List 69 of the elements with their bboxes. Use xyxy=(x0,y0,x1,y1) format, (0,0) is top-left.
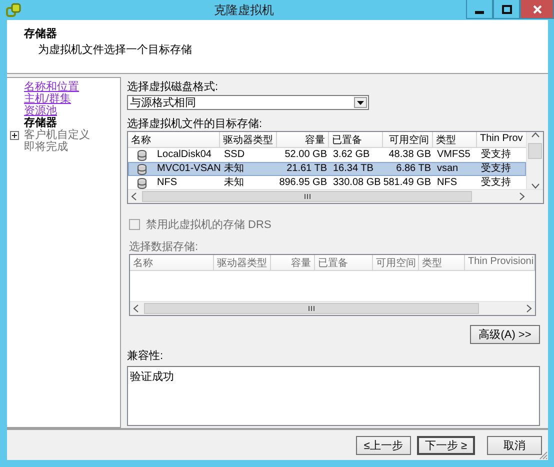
table-cell: MVC01-VSAN xyxy=(157,163,221,175)
minimize-icon xyxy=(475,10,484,14)
column-header[interactable]: 类型 xyxy=(433,132,477,148)
field-label: 选择虚拟机文件的目标存储: xyxy=(127,118,264,131)
datastore-icon xyxy=(137,178,147,188)
wizard-step: 客户机自定义 xyxy=(24,129,90,141)
disk-format-dropdown[interactable]: 与源格式相同 xyxy=(127,95,369,110)
column-header[interactable]: 容量 xyxy=(277,132,329,148)
close-icon xyxy=(532,4,542,14)
table-cell-text: 3.62 GB xyxy=(332,149,371,161)
grip-icon xyxy=(308,306,315,311)
datastore-icon xyxy=(137,150,147,160)
horizontal-scrollbar[interactable] xyxy=(128,189,543,203)
wizard-step: 存储器 xyxy=(24,117,120,129)
table-cell-text: 6.86 TB xyxy=(395,163,432,175)
maximize-button[interactable] xyxy=(493,0,520,19)
back-button[interactable]: ≤上一步 xyxy=(356,436,411,454)
checkbox-label: 禁用此虚拟机的存储 DRS xyxy=(146,218,272,232)
column-header[interactable]: 已置备 xyxy=(329,132,383,148)
grip-icon xyxy=(304,194,310,199)
table-cell-text: 未知 xyxy=(223,177,245,189)
table-cell-text: NFS xyxy=(436,177,458,189)
dropdown-arrow-icon xyxy=(357,100,364,104)
table-cell-text: 受支持 xyxy=(480,163,512,175)
advanced-button[interactable]: 高级(A) >> xyxy=(470,325,540,344)
table-cell-text: 581.49 GB xyxy=(384,177,432,189)
table-cell-text: SSD xyxy=(223,149,246,161)
wizard-step: 即将完成 xyxy=(24,141,120,153)
maximize-icon xyxy=(502,4,512,14)
datastore-row[interactable]: NFS 未知 896.95 GB 330.08 GB 581.49 GB NFS 受支持 xyxy=(128,176,526,189)
table-cell-text: 896.95 GB xyxy=(278,177,328,189)
table-cell-text: vsan xyxy=(436,163,460,175)
vertical-scrollbar[interactable] xyxy=(526,132,543,189)
next-button[interactable]: 下一步 ≥ xyxy=(416,436,475,454)
table-cell-text: 21.61 TB xyxy=(286,163,328,175)
field-label: 兼容性: xyxy=(127,350,164,363)
datastore-icon xyxy=(137,164,147,174)
datastore-row[interactable]: LocalDisk04 SSD 52.00 GB 3.62 GB 48.38 GB VMFS5 受支持 xyxy=(128,148,526,162)
wizard-step[interactable]: 主机/群集 xyxy=(24,93,120,105)
table-cell-text: 330.08 GB xyxy=(332,177,382,189)
table-cell-text: 48.38 GB xyxy=(388,149,432,161)
column-header[interactable]: 驱动器类型 xyxy=(220,132,277,148)
table-cell: NFS xyxy=(157,177,177,189)
expand-icon[interactable] xyxy=(10,130,19,140)
field-label: 选择数据存储: xyxy=(128,241,200,254)
cancel-button[interactable]: 取消 xyxy=(487,436,542,454)
window-title: 克隆虚拟机 xyxy=(213,2,275,18)
wizard-step[interactable]: 名称和位置 xyxy=(24,81,120,93)
datastore-row[interactable]: MVC01-VSAN 未知 21.61 TB 16.34 TB 6.86 TB vsan 受支持 xyxy=(128,162,526,176)
minimize-button[interactable] xyxy=(466,0,493,19)
close-button[interactable] xyxy=(520,0,554,19)
datastore-table[interactable]: 名称 驱动器类型 容量 已置备 可用空间 类型 Thin Prov LocalDisk04 SSD 52.00 GB 3.62 GB 48.38 GB VMFS5 受支持 MVC01-VSAN 未知 21.61 TB 16.34 TB 6.86 TB vsan 受支持 NFS 未知 896.95 GB 330.08 GB 581.49 GB NFS 受支持 xyxy=(127,131,544,204)
column-header[interactable]: Thin Prov xyxy=(477,132,526,148)
table-cell-text: VMFS5 xyxy=(436,149,472,161)
compatibility-box: 验证成功 xyxy=(127,366,540,426)
table-cell: LocalDisk04 xyxy=(157,149,212,161)
page-subtitle: 为虚拟机文件选择一个目标存储 xyxy=(37,42,193,57)
page-title: 存储器 xyxy=(24,26,58,41)
resize-grip-icon xyxy=(538,450,548,460)
table-cell-text: 16.34 TB xyxy=(332,163,374,175)
app-logo-icon xyxy=(6,3,22,17)
column-header[interactable]: 名称 xyxy=(128,132,220,148)
table-cell-text: 受支持 xyxy=(480,177,512,189)
column-header[interactable]: 可用空间 xyxy=(383,132,433,148)
table-cell-text: 受支持 xyxy=(480,149,512,161)
field-label: 选择虚拟磁盘格式: xyxy=(127,81,220,94)
table-cell-text: 52.00 GB xyxy=(284,149,328,161)
table-cell-text: 未知 xyxy=(223,163,245,175)
wizard-step[interactable]: 资源池 xyxy=(24,105,120,117)
